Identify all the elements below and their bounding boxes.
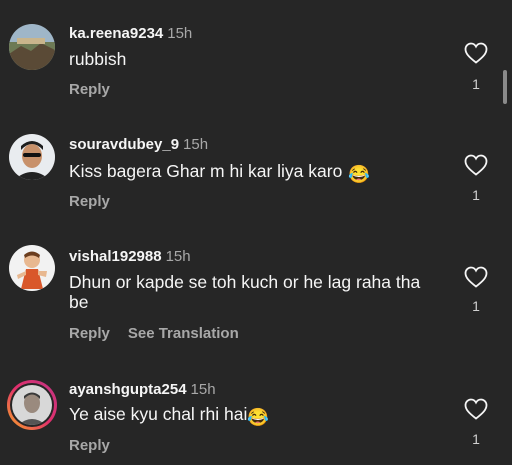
- username[interactable]: ayanshgupta254: [69, 381, 187, 398]
- comment-actions: Reply: [69, 437, 110, 454]
- comment-meta: ayanshgupta254 15h: [69, 381, 216, 398]
- comment-text: Ye aise kyu chal rhi hai😂: [69, 404, 270, 427]
- laughing-emoji-icon: 😂: [247, 407, 270, 427]
- timestamp: 15h: [190, 381, 216, 398]
- like-count: 1: [472, 431, 480, 447]
- reply-button[interactable]: Reply: [69, 437, 110, 454]
- scrollbar[interactable]: [503, 70, 507, 104]
- heart-icon[interactable]: [464, 398, 488, 420]
- comment-item: ayanshgupta254 15h Ye aise kyu chal rhi h…: [0, 0, 512, 465]
- avatar: [12, 385, 52, 425]
- avatar-story-ring[interactable]: [7, 380, 57, 430]
